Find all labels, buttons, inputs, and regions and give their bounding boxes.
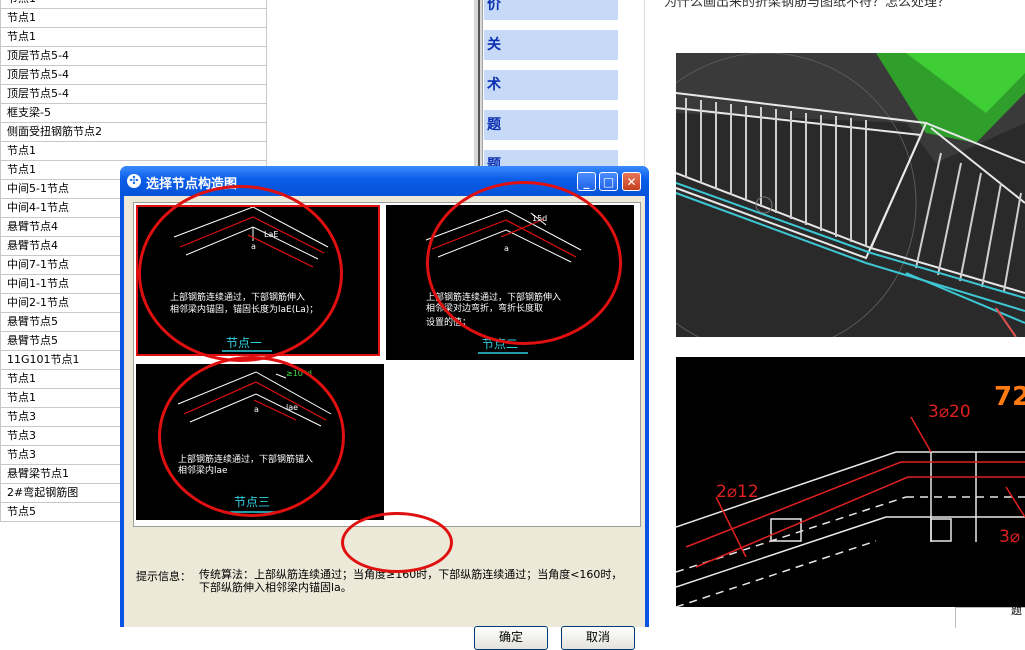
annotation-circle: [426, 181, 622, 345]
cad-label-top: 3⌀20: [928, 402, 971, 422]
list-item[interactable]: 节点1: [1, 142, 267, 161]
list-item[interactable]: 框支梁-5: [1, 104, 267, 123]
minimize-button[interactable]: _: [577, 172, 596, 191]
cad-label-big: 72: [994, 382, 1025, 412]
side-panel-cell[interactable]: 关: [484, 30, 618, 60]
bottom-frame-text: 题: [1011, 604, 1022, 617]
hint-label: 提示信息：: [136, 570, 191, 583]
list-item[interactable]: 侧面受扭钢筋节点2: [1, 123, 267, 142]
side-panel-cell[interactable]: 题: [484, 110, 618, 140]
cancel-button[interactable]: 取消: [561, 626, 635, 650]
bottom-right-frame: 题: [955, 604, 1025, 628]
close-button[interactable]: ✕: [622, 172, 641, 191]
list-item[interactable]: 顶层节点5-4: [1, 85, 267, 104]
scrollbar-line: [478, 0, 480, 170]
list-item[interactable]: 顶层节点5-4: [1, 47, 267, 66]
side-panel-cell[interactable]: 价: [484, 0, 618, 20]
ok-button[interactable]: 确定: [474, 626, 548, 650]
list-item[interactable]: 顶层节点5-4: [1, 66, 267, 85]
annotation-circle: [341, 512, 453, 573]
side-panel-cell[interactable]: 术: [484, 70, 618, 100]
cad-label-right: 3⌀: [999, 527, 1020, 547]
cad-label-left: 2⌀12: [716, 482, 759, 502]
annotation-circle: [138, 185, 343, 362]
app-icon: ✣: [127, 174, 141, 188]
rebar-3d-image: [676, 53, 1025, 337]
list-item[interactable]: 节点1: [1, 9, 267, 28]
hint-text: 传统算法：上部纵筋连续通过；当角度≥160时，下部纵筋连续通过；当角度<160时…: [199, 568, 623, 594]
list-item[interactable]: 节点1: [1, 28, 267, 47]
annotation-circle: [158, 356, 345, 517]
side-panel-label: 题: [487, 117, 501, 133]
question-text: 为什么画出来的折梁钢筋与图纸不符？怎么处理？: [664, 0, 951, 10]
list-item[interactable]: 节点1: [1, 0, 267, 9]
maximize-button[interactable]: □: [599, 172, 618, 191]
side-panel-label: 价: [487, 0, 501, 13]
side-panel-label: 关: [487, 37, 501, 53]
cad-drawing-image: 2⌀12 3⌀20 3⌀ 72: [676, 357, 1025, 607]
side-panel-label: 术: [487, 77, 501, 93]
